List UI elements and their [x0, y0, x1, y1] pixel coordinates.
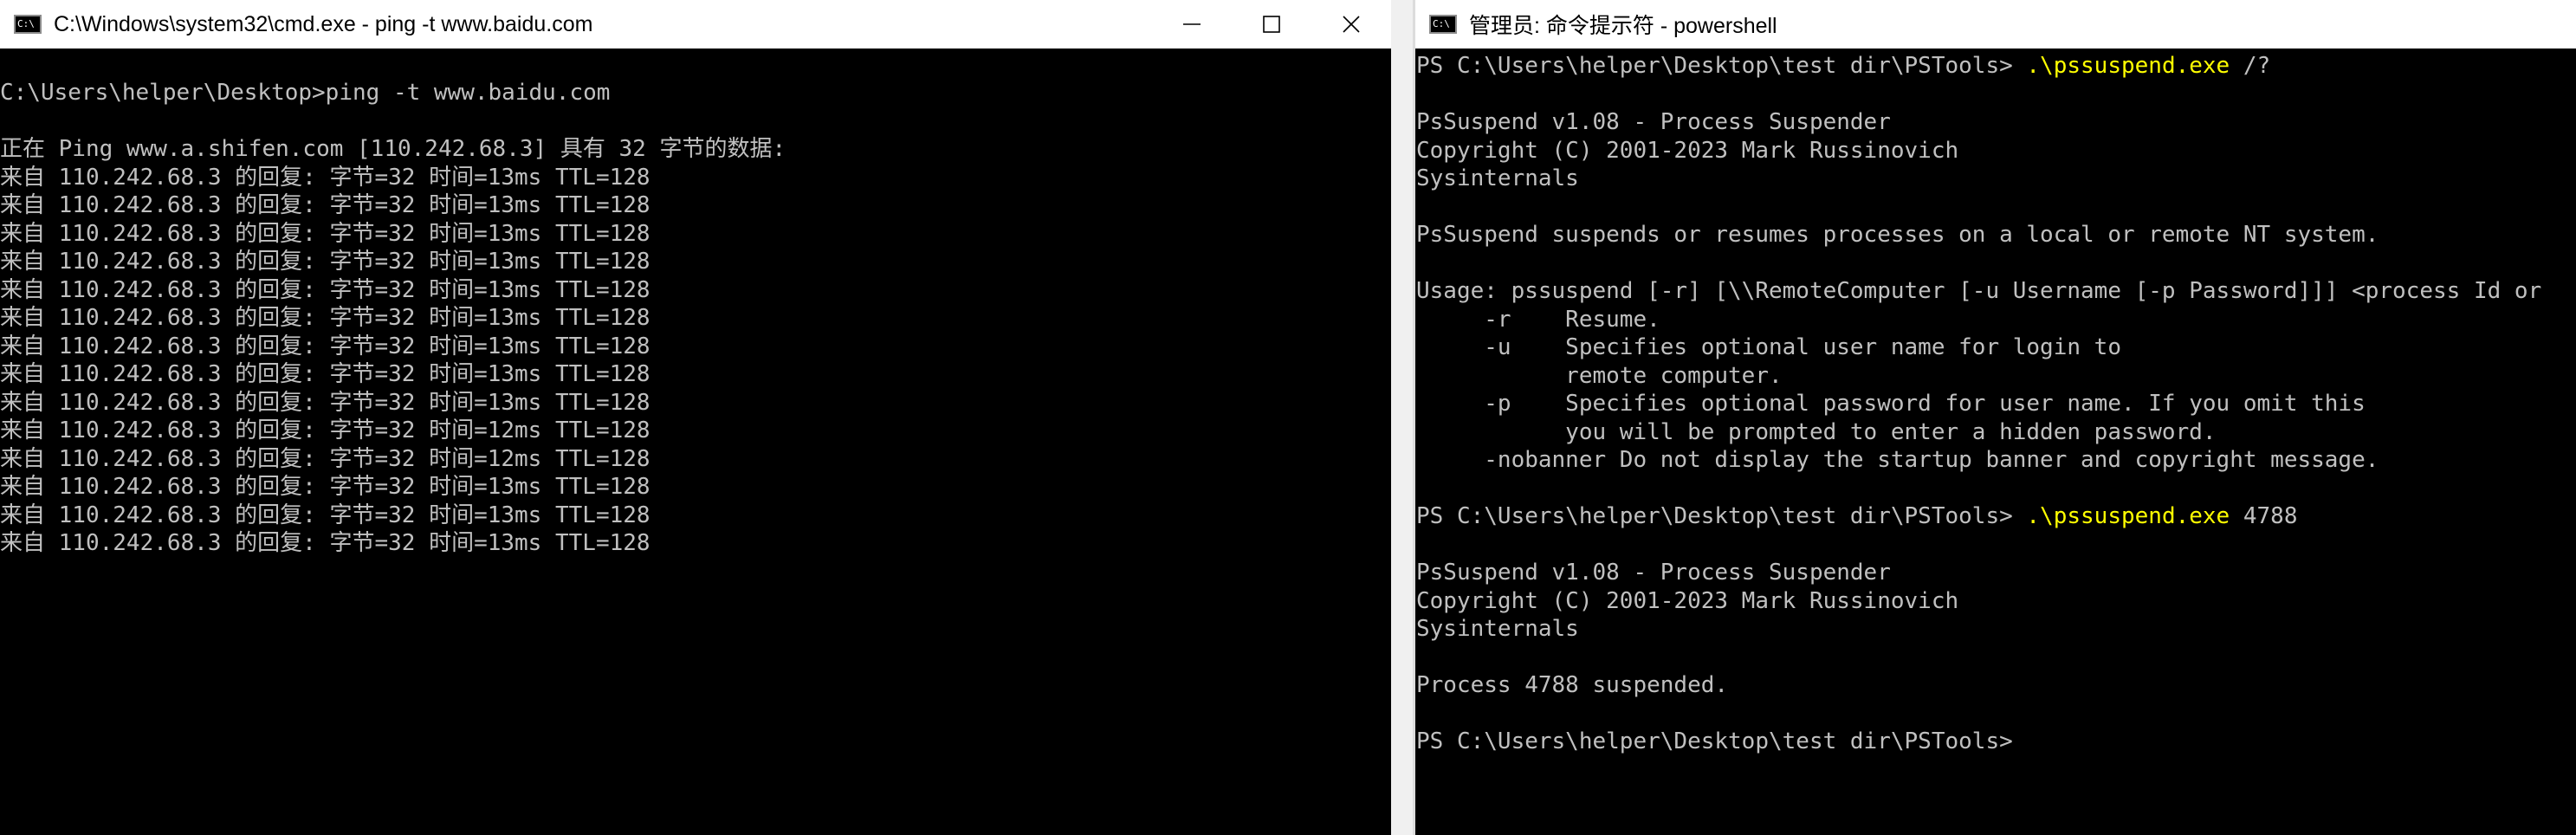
console-line: 来自 110.242.68.3 的回复: 字节=32 时间=13ms TTL=1…	[0, 305, 650, 331]
console-line: Sysinternals	[1416, 165, 1579, 191]
ps-prompt: PS C:\Users\helper\Desktop\test dir\PSTo…	[1416, 503, 2027, 529]
minimize-button[interactable]	[1152, 0, 1232, 49]
maximize-icon	[1263, 16, 1280, 33]
cmd-console-output[interactable]: C:\Users\helper\Desktop>ping -t www.baid…	[0, 49, 1391, 835]
cmd-icon: C:\	[14, 15, 42, 34]
powershell-window-title: 管理员: 命令提示符 - powershell	[1469, 14, 1777, 38]
console-line: 来自 110.242.68.3 的回复: 字节=32 时间=13ms TTL=1…	[0, 192, 650, 218]
console-line: Sysinternals	[1416, 616, 1579, 642]
console-line: 来自 110.242.68.3 的回复: 字节=32 时间=13ms TTL=1…	[0, 502, 650, 528]
ps-command-exe: .\pssuspend.exe	[2026, 53, 2230, 79]
console-line: PsSuspend suspends or resumes processes …	[1416, 222, 2379, 248]
console-line: remote computer.	[1416, 362, 1783, 389]
console-line: 来自 110.242.68.3 的回复: 字节=32 时间=13ms TTL=1…	[0, 474, 650, 500]
maximize-button[interactable]	[1232, 0, 1311, 49]
console-line: -r Resume.	[1416, 306, 1660, 333]
ps-command-exe: .\pssuspend.exe	[2026, 503, 2230, 529]
console-line: PS C:\Users\helper\Desktop\test dir\PSTo…	[1416, 52, 2576, 81]
console-line: 来自 110.242.68.3 的回复: 字节=32 时间=13ms TTL=1…	[0, 361, 650, 387]
console-line: PS C:\Users\helper\Desktop\test dir\PSTo…	[1416, 502, 2576, 531]
cmd-icon: C:\	[1429, 15, 1457, 34]
console-line: Usage: pssuspend [-r] [\\RemoteComputer …	[1416, 278, 2542, 304]
ps-prompt: PS C:\Users\helper\Desktop\test dir\PSTo…	[1416, 728, 2027, 754]
console-line: -p Specifies optional password for user …	[1416, 391, 2366, 417]
close-icon	[1343, 16, 1360, 33]
console-line: C:\Users\helper\Desktop>ping -t www.baid…	[0, 80, 611, 106]
console-line: 来自 110.242.68.3 的回复: 字节=32 时间=12ms TTL=1…	[0, 418, 650, 443]
console-line: you will be prompted to enter a hidden p…	[1416, 418, 2217, 445]
cmd-titlebar[interactable]: C:\ C:\Windows\system32\cmd.exe - ping -…	[0, 0, 1391, 49]
console-line: 正在 Ping www.a.shifen.com [110.242.68.3] …	[0, 136, 786, 162]
powershell-titlebar[interactable]: C:\ 管理员: 命令提示符 - powershell	[1415, 0, 2576, 49]
console-line: Process 4788 suspended.	[1416, 672, 1729, 698]
cmd-window-title: C:\Windows\system32\cmd.exe - ping -t ww…	[54, 11, 593, 36]
console-line: PsSuspend v1.08 - Process Suspender	[1416, 560, 1891, 586]
console-line: Copyright (C) 2001-2023 Mark Russinovich	[1416, 587, 1959, 614]
console-line: 来自 110.242.68.3 的回复: 字节=32 时间=13ms TTL=1…	[0, 220, 650, 247]
console-line: PS C:\Users\helper\Desktop\test dir\PSTo…	[1416, 728, 2576, 756]
ps-command-arg: /?	[2230, 53, 2271, 79]
console-line: 来自 110.242.68.3 的回复: 字节=32 时间=13ms TTL=1…	[0, 276, 650, 303]
cmd-caption-buttons	[1152, 0, 1391, 49]
console-line: PsSuspend v1.08 - Process Suspender	[1416, 109, 1891, 135]
ps-command-arg: 4788	[2230, 503, 2298, 529]
console-line: 来自 110.242.68.3 的回复: 字节=32 时间=12ms TTL=1…	[0, 445, 650, 472]
console-line: 来自 110.242.68.3 的回复: 字节=32 时间=13ms TTL=1…	[0, 333, 650, 359]
console-line: Copyright (C) 2001-2023 Mark Russinovich	[1416, 137, 1959, 164]
ps-prompt: PS C:\Users\helper\Desktop\test dir\PSTo…	[1416, 53, 2027, 79]
console-line: 来自 110.242.68.3 的回复: 字节=32 时间=13ms TTL=1…	[0, 389, 650, 416]
console-line: 来自 110.242.68.3 的回复: 字节=32 时间=13ms TTL=1…	[0, 530, 650, 556]
console-line: -u Specifies optional user name for logi…	[1416, 334, 2121, 360]
cmd-window[interactable]: C:\ C:\Windows\system32\cmd.exe - ping -…	[0, 0, 1391, 835]
powershell-console-output[interactable]: PS C:\Users\helper\Desktop\test dir\PSTo…	[1415, 49, 2576, 835]
powershell-window[interactable]: C:\ 管理员: 命令提示符 - powershell PS C:\Users\…	[1415, 0, 2576, 835]
close-button[interactable]	[1311, 0, 1391, 49]
console-line: 来自 110.242.68.3 的回复: 字节=32 时间=13ms TTL=1…	[0, 164, 650, 191]
window-gap	[1391, 0, 1415, 835]
minimize-icon	[1183, 23, 1201, 25]
console-line: 来自 110.242.68.3 的回复: 字节=32 时间=13ms TTL=1…	[0, 249, 650, 275]
console-line: -nobanner Do not display the startup ban…	[1416, 447, 2379, 473]
